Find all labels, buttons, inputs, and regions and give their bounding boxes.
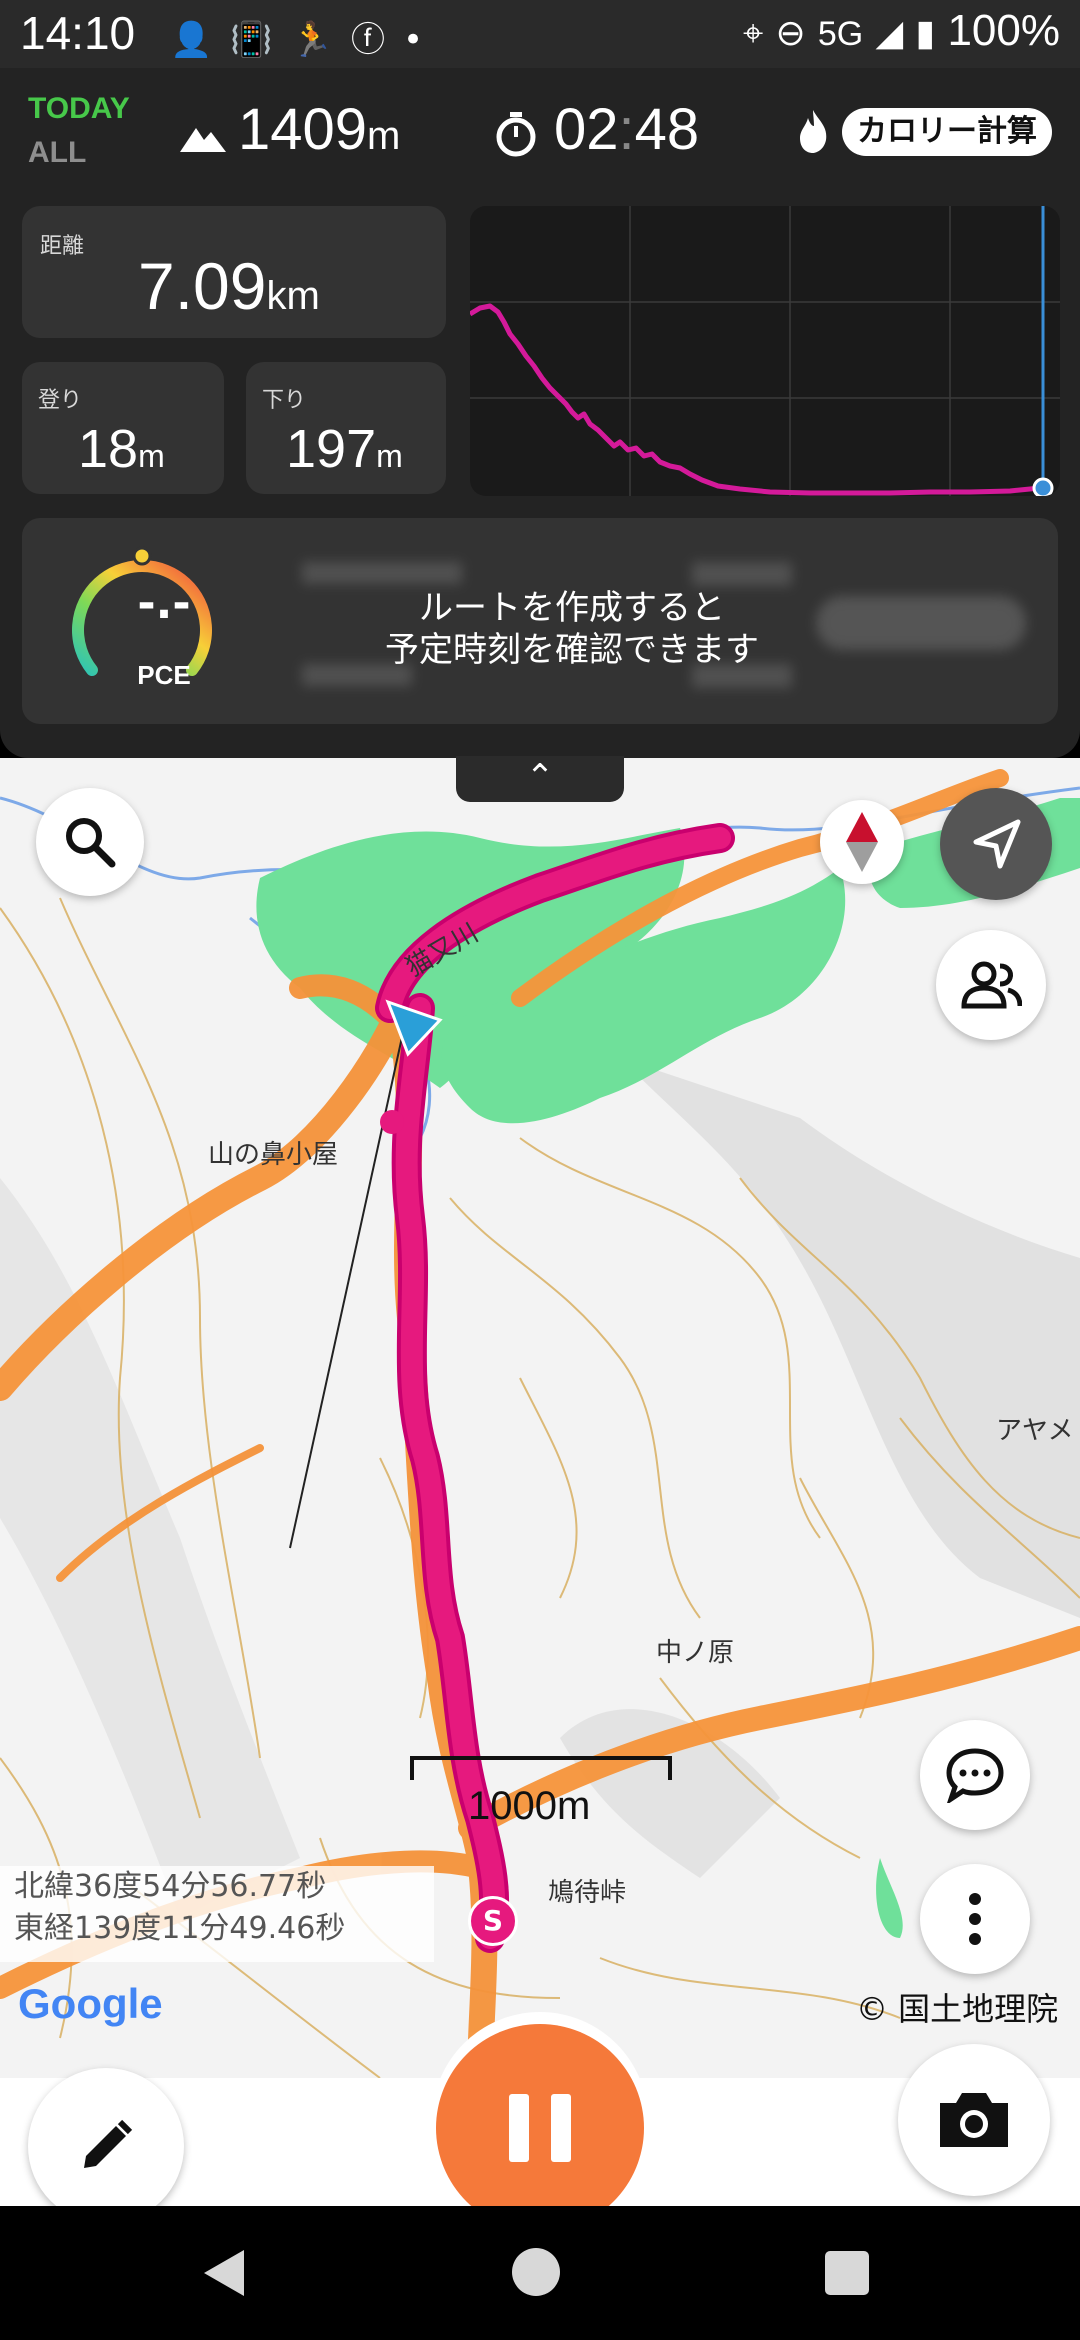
search-icon [66, 818, 116, 868]
tab-today[interactable]: TODAY [28, 92, 130, 126]
system-nav-bar [0, 2206, 1080, 2340]
my-location-button[interactable] [940, 788, 1052, 900]
latitude-text: 北緯36度54分56.77秒 [14, 1869, 327, 1904]
altitude-value: 1409 [238, 97, 368, 162]
person-add-icon: 👤 [170, 20, 231, 60]
start-marker: S [468, 1896, 518, 1946]
descent-value: 197 [286, 419, 377, 479]
distance-unit: km [266, 274, 320, 318]
ascent-card: 登り 18m [22, 362, 224, 494]
signal-icon: ◢ [875, 12, 904, 53]
map-label-area: 中ノ原 [656, 1638, 735, 1668]
distance-label: 距離 [40, 234, 85, 259]
descent-card: 下り 197m [246, 362, 446, 494]
map-label-pass: 鳩待峠 [548, 1878, 627, 1908]
people-icon [961, 961, 1022, 1009]
map-attribution: © 国土地理院 [856, 1990, 1059, 2028]
navigation-arrow-icon [973, 819, 1021, 869]
battery-icon: ▮ [915, 12, 936, 53]
distance-card: 距離 7.09km [22, 206, 446, 338]
pace-card: -.- PCE ルートを作成すると 予定時刻を確認できます [22, 518, 1058, 724]
location-icon: ⌖ [742, 12, 764, 53]
ascent-label: 登り [38, 388, 83, 413]
chat-bubble-icon [946, 1748, 1004, 1803]
elevation-profile[interactable] [470, 206, 1060, 496]
descent-unit: m [376, 438, 403, 474]
google-logo: Google [18, 1980, 163, 2027]
distance-value: 7.09 [138, 249, 267, 323]
descent-label: 下り [262, 388, 307, 413]
run-icon: 🏃 [290, 20, 352, 60]
mountain-icon [180, 128, 226, 152]
notification-icons: 👤📳🏃ⓕ• [170, 12, 441, 61]
finish-marker [380, 1110, 404, 1134]
coordinates-overlay: 北緯36度54分56.77秒 東経139度11分49.46秒 [0, 1866, 434, 1962]
longitude-text: 東経139度11分49.46秒 [14, 1911, 346, 1946]
facebook-icon: ⓕ [351, 20, 404, 60]
camera-button[interactable] [898, 2044, 1050, 2196]
ascent-value: 18 [78, 419, 139, 479]
pause-icon [509, 2094, 571, 2162]
dnd-icon: ⊖ [775, 12, 806, 53]
elevation-profile-graph [470, 206, 1060, 496]
pace-gauge-label: PCE [137, 660, 191, 690]
back-icon[interactable] [200, 2248, 248, 2298]
panel-collapse-handle[interactable]: ⌃ [456, 756, 624, 802]
vibrate-icon: 📳 [230, 20, 291, 60]
calorie-calc-button[interactable]: カロリー計算 [842, 108, 1052, 156]
elevation-cursor-dot [1032, 477, 1054, 496]
search-button[interactable] [36, 788, 144, 896]
map-label-hut: 山の鼻小屋 [208, 1140, 339, 1170]
group-button[interactable] [936, 930, 1046, 1040]
chat-button[interactable] [920, 1720, 1030, 1830]
network-type: 5G [817, 15, 864, 53]
pencil-icon [84, 2119, 133, 2168]
scale-label: 1000m [468, 1784, 591, 1828]
more-options-button[interactable] [920, 1864, 1030, 1974]
battery-percent: 100% [947, 6, 1060, 55]
altitude-unit: m [367, 114, 401, 158]
ascent-unit: m [138, 438, 165, 474]
more-vert-icon [969, 1893, 981, 1945]
camera-icon [940, 2093, 1008, 2147]
pace-message-line2: 予定時刻を確認できます [385, 630, 759, 670]
elevation-profile-line [470, 303, 1053, 496]
map-label-right: アヤメ [996, 1416, 1074, 1446]
status-bar: 14:10 👤📳🏃ⓕ• ⌖ ⊖ 5G ◢ ▮ 100% [0, 0, 1080, 68]
dot-icon: • [403, 20, 442, 60]
system-icons: ⌖ ⊖ 5G ◢ ▮ 100% [743, 6, 1060, 56]
stopwatch-icon [496, 112, 536, 157]
compass-button[interactable] [820, 800, 904, 884]
pause-button[interactable] [436, 2024, 644, 2232]
elapsed-hours: 02 [554, 97, 619, 162]
home-icon[interactable] [510, 2246, 562, 2298]
recents-icon[interactable] [824, 2250, 870, 2296]
edit-button[interactable] [28, 2068, 184, 2224]
elapsed-minutes: 48 [634, 97, 700, 162]
compass-icon [846, 812, 878, 872]
tab-all[interactable]: ALL [28, 136, 86, 170]
status-time: 14:10 [20, 7, 136, 59]
pace-gauge-value: -.- [137, 578, 191, 629]
flame-icon [800, 110, 827, 153]
chevron-up-icon: ⌃ [525, 757, 555, 797]
